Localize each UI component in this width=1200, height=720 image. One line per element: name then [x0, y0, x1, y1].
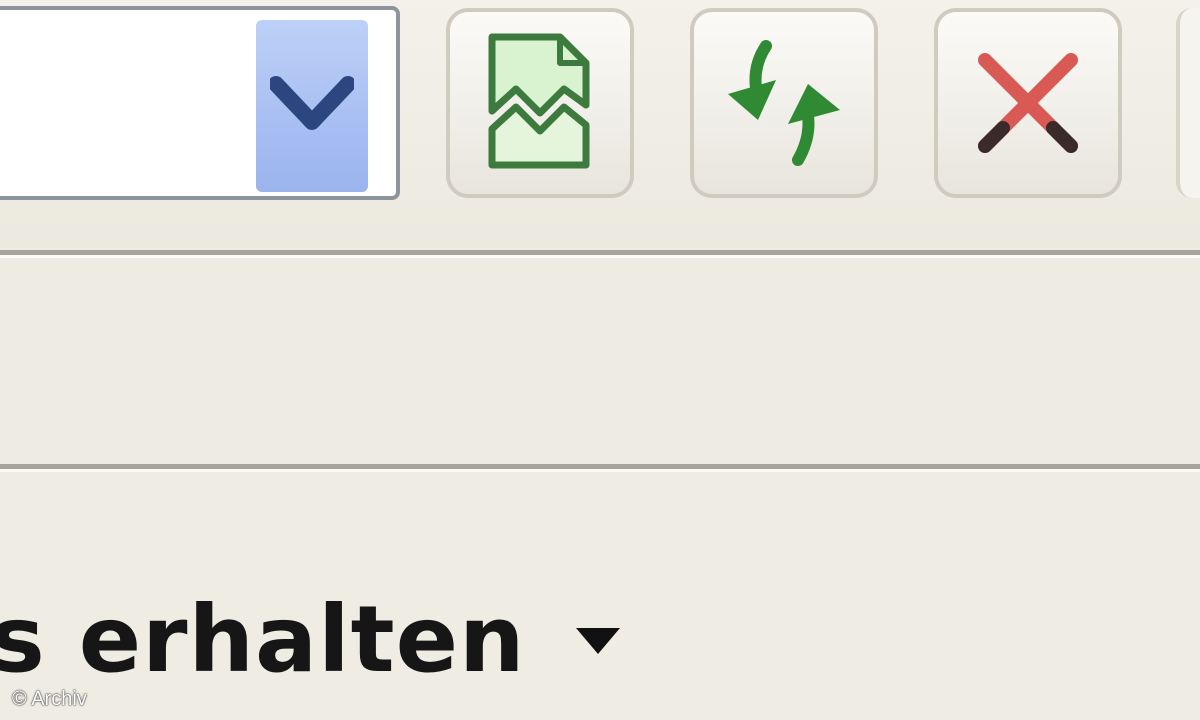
dropdown-button[interactable]	[256, 20, 368, 192]
address-combobox[interactable]	[0, 6, 400, 200]
page-error-button[interactable]	[446, 8, 634, 198]
address-input[interactable]	[4, 10, 234, 196]
close-x-icon	[978, 53, 1078, 153]
toolbar	[0, 0, 1200, 248]
toolbar-divider	[0, 250, 1200, 258]
section-divider	[0, 464, 1200, 472]
refresh-arrows-icon	[728, 40, 840, 166]
empty-toolbar-band	[0, 258, 1200, 464]
broken-page-icon	[488, 33, 590, 169]
next-toolbar-button-edge[interactable]	[1176, 8, 1200, 198]
receive-menu[interactable]: s erhalten	[0, 584, 622, 694]
chevron-down-icon	[270, 76, 354, 130]
dropdown-triangle-icon	[574, 626, 622, 656]
stop-button[interactable]	[934, 8, 1122, 198]
refresh-button[interactable]	[690, 8, 878, 198]
receive-menu-label: s erhalten	[0, 585, 526, 693]
copyright-watermark: © Archiv	[12, 688, 87, 710]
